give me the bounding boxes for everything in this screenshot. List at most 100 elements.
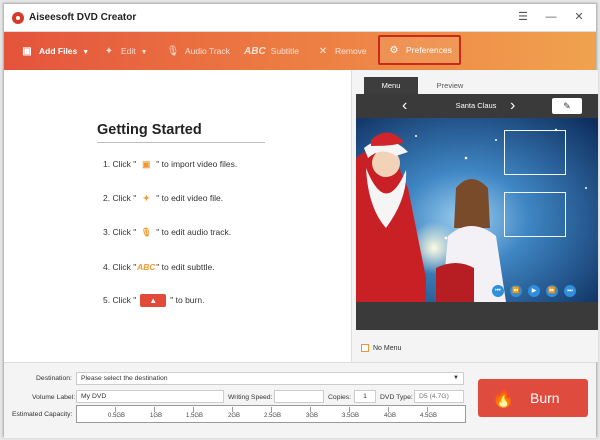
add-files-button[interactable]: ▣ Add Files ▼ (20, 40, 89, 62)
fast-forward-icon[interactable]: ⏩ (546, 285, 558, 297)
capacity-tick (310, 407, 311, 412)
remove-label: Remove (335, 46, 367, 56)
app-title: Aiseesoft DVD Creator (29, 12, 137, 23)
subtitle-button[interactable]: ABC Subtitle (244, 40, 299, 62)
edit-label: Edit (121, 46, 136, 56)
capacity-tick (115, 407, 116, 412)
copies-input[interactable]: 1 (354, 390, 376, 403)
capacity-tick-label: 2.5GB (264, 413, 282, 419)
capacity-tick (271, 407, 272, 412)
remove-button[interactable]: ✕ Remove (316, 40, 367, 62)
skip-back-icon[interactable]: ⏮ (492, 285, 504, 297)
dvd-type-select[interactable]: D5 (4.7G) (414, 390, 464, 403)
audio-track-label: Audio Track (185, 46, 230, 56)
microphone-icon: 🎙 (166, 46, 180, 57)
add-files-icon: ▣ (22, 46, 32, 57)
chapter-thumbnail[interactable] (504, 130, 566, 175)
step-item: 2. Click " ✦ " to edit video file. (103, 193, 223, 204)
subtitle-icon: ABC (137, 262, 156, 272)
menu-template-image: ⏮ ⏪ ▶ ⏩ ⏭ (356, 118, 598, 302)
menu-preview-pane: Menu Preview ‹ Santa Claus › ✎ ⏮ ⏪ ▶ ⏩ ⏭… (356, 70, 598, 362)
capacity-tick-label: 1.5GB (186, 413, 204, 419)
app-window: Aiseesoft DVD Creator ☰ — ✕ ▣ Add Files ▼ … (3, 3, 598, 438)
step-item: 3. Click " 🎙 " to edit audio track. (103, 227, 231, 238)
chevron-left-icon[interactable]: ‹ (402, 94, 407, 118)
writing-speed-label: Writing Speed: (228, 394, 273, 401)
tab-bar: Menu Preview (356, 77, 598, 94)
flame-icon: 🔥 (492, 388, 515, 408)
output-settings: Destination: Please select the destinati… (4, 362, 596, 438)
tab-menu[interactable]: Menu (364, 77, 418, 94)
tab-preview[interactable]: Preview (420, 77, 480, 94)
add-files-icon: ▣ (142, 159, 151, 169)
skip-forward-icon[interactable]: ⏭ (564, 285, 576, 297)
gear-icon: ⚙ (389, 45, 399, 56)
capacity-tick-label: 4GB (384, 413, 397, 419)
capacity-tick (349, 407, 350, 412)
step-text: " to edit subttle. (156, 262, 215, 272)
rewind-icon[interactable]: ⏪ (510, 285, 522, 297)
step-item: 5. Click " ▲ " to burn. (103, 294, 204, 307)
step-prefix: 1. Click " (103, 159, 137, 169)
menu-template-header: ‹ Santa Claus › ✎ (356, 94, 598, 118)
preferences-button[interactable]: ⚙ Preferences (378, 35, 461, 65)
divider (97, 142, 265, 143)
capacity-tick-label: 0.5GB (108, 413, 126, 419)
capacity-tick-label: 1GB (150, 413, 163, 419)
edit-icon: ✦ (104, 46, 114, 57)
edit-icon: ✦ (142, 193, 150, 203)
burn-icon: ▲ (140, 294, 167, 307)
chevron-down-icon: ▼ (453, 375, 459, 381)
volume-label-label: Volume Label: (32, 394, 76, 401)
destination-select[interactable]: Please select the destination ▼ (76, 372, 464, 385)
step-item: 1. Click " ▣ " to import video files. (103, 159, 237, 170)
chevron-down-icon[interactable]: ▼ (141, 42, 148, 64)
chapter-thumbnail[interactable] (504, 192, 566, 237)
preferences-label: Preferences (406, 45, 452, 55)
menu-footer-bar (356, 302, 598, 330)
getting-started-pane: Getting Started 1. Click " ▣ " to import v… (4, 70, 352, 362)
capacity-tick-label: 2GB (228, 413, 241, 419)
step-text: " to import video files. (156, 159, 238, 169)
destination-value: Please select the destination (81, 375, 168, 382)
no-menu-label: No Menu (373, 344, 402, 352)
edit-button[interactable]: ✦ Edit ▼ (102, 40, 148, 62)
step-prefix: 2. Click " (103, 193, 137, 203)
title-bar: Aiseesoft DVD Creator ☰ — ✕ (4, 4, 596, 32)
dvd-type-label: DVD Type: (380, 394, 413, 401)
step-prefix: 3. Click " (103, 227, 137, 237)
burn-label: Burn (530, 390, 560, 406)
burn-button[interactable]: 🔥 Burn (478, 379, 588, 417)
close-icon[interactable]: ✕ (570, 9, 588, 25)
writing-speed-select[interactable] (274, 390, 324, 403)
copies-label: Copies: (328, 394, 352, 401)
step-prefix: 5. Click " (103, 294, 137, 305)
minimize-icon[interactable]: — (542, 9, 560, 25)
close-icon: ✕ (318, 46, 328, 57)
step-text: " to edit audio track. (156, 227, 232, 237)
capacity-tick (193, 407, 194, 412)
audio-track-button[interactable]: 🎙 Audio Track (166, 40, 230, 62)
chevron-right-icon[interactable]: › (510, 94, 515, 118)
capacity-tick (388, 407, 389, 412)
volume-label-input[interactable]: My DVD (76, 390, 224, 403)
no-menu-checkbox[interactable] (361, 344, 369, 352)
getting-started-title: Getting Started (97, 122, 202, 138)
subtitle-label: Subtitle (270, 46, 300, 56)
microphone-icon: 🎙 (140, 227, 152, 237)
destination-label: Destination: (36, 375, 72, 382)
chevron-down-icon[interactable]: ▼ (82, 42, 89, 64)
step-item: 4. Click "ABC" to edit subttle. (103, 262, 215, 272)
edit-menu-button[interactable]: ✎ (552, 98, 582, 114)
edit-menu-icon: ✎ (563, 101, 571, 111)
subtitle-icon: ABC (244, 46, 266, 57)
app-logo-icon (12, 12, 24, 24)
add-files-label: Add Files (39, 46, 78, 56)
menu-icon[interactable]: ☰ (514, 9, 532, 25)
toolbar: ▣ Add Files ▼ ✦ Edit ▼ 🎙 Audio Track ABC Subti… (4, 32, 596, 70)
step-prefix: 4. Click " (103, 262, 137, 272)
play-icon[interactable]: ▶ (528, 285, 540, 297)
capacity-tick-label: 3.5GB (342, 413, 360, 419)
no-menu-option[interactable]: No Menu (361, 344, 401, 352)
capacity-tick (427, 407, 428, 412)
